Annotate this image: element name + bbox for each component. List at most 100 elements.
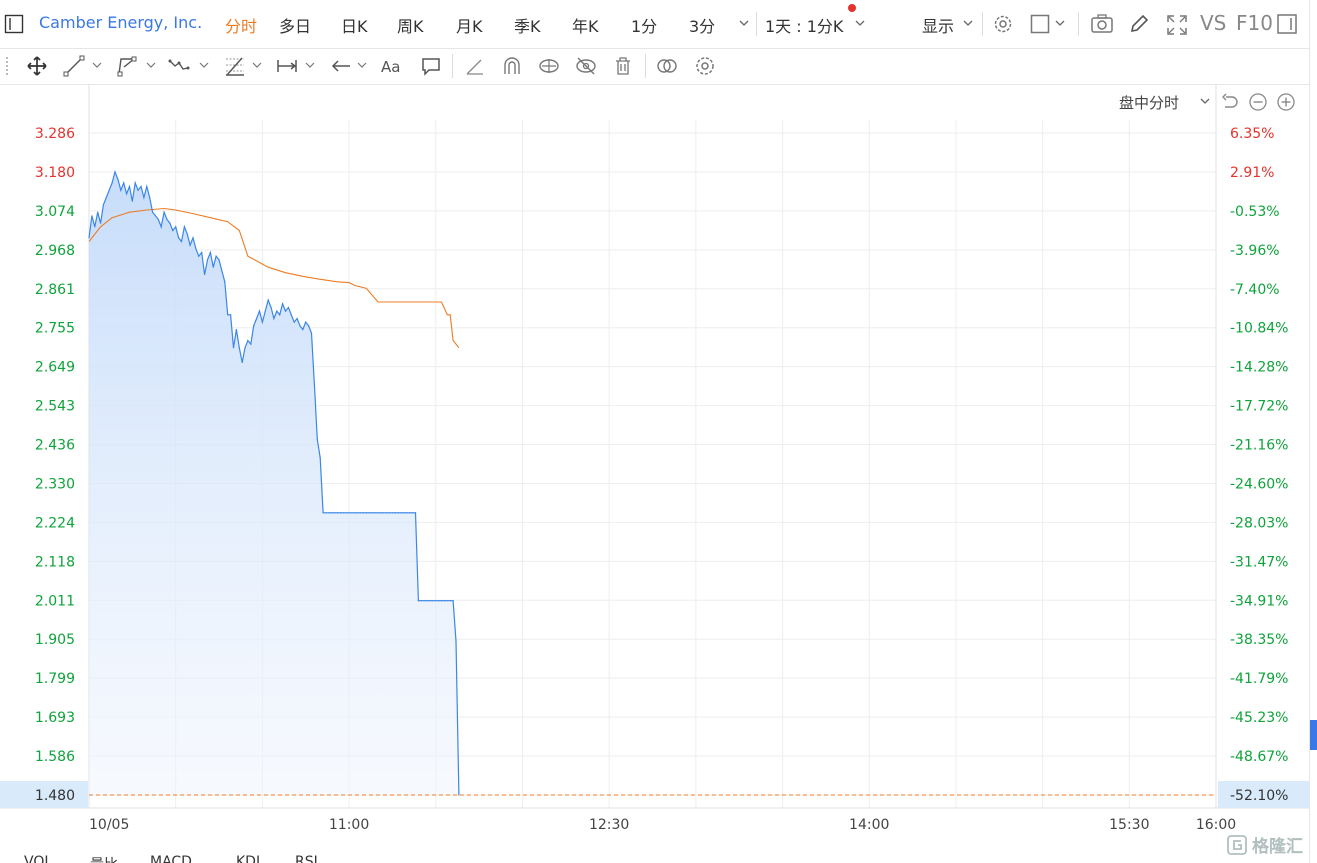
tab-volume-ratio[interactable]: 量比 <box>90 854 118 863</box>
price-point <box>232 347 235 349</box>
chevron-down-icon[interactable] <box>962 18 974 28</box>
price-point <box>94 226 96 228</box>
ruler-icon[interactable] <box>464 55 486 77</box>
fullscreen-icon[interactable] <box>1165 13 1189 37</box>
trendline-icon[interactable] <box>63 55 85 77</box>
reset-zoom-icon[interactable] <box>1220 92 1240 112</box>
pct-tick-label: -14.28% <box>1230 360 1288 376</box>
gear-icon[interactable] <box>992 13 1014 35</box>
price-point <box>172 229 174 232</box>
price-point <box>342 512 344 514</box>
price-point <box>443 600 446 602</box>
company-name[interactable]: Camber Energy, Inc. <box>39 13 202 32</box>
zoom-out-icon[interactable] <box>1248 92 1268 112</box>
compare-vs-button[interactable]: VS <box>1200 11 1226 35</box>
y-tick-label: 2.118 <box>35 554 75 570</box>
y-tick-label: 2.968 <box>35 243 75 259</box>
toolbar-settings-gear-icon[interactable] <box>694 55 716 77</box>
price-point <box>420 600 422 602</box>
price-point <box>114 171 116 173</box>
wave-tool-icon[interactable] <box>168 55 190 77</box>
compare-overlay-icon[interactable] <box>656 55 678 77</box>
magnet-icon[interactable] <box>501 55 523 77</box>
tab-period-3min[interactable]: 3分 <box>689 13 715 37</box>
sidebar-toggle-icon[interactable] <box>4 14 24 34</box>
price-point <box>264 310 266 312</box>
panel-toggle-icon[interactable] <box>1276 13 1298 35</box>
price-point <box>435 600 437 602</box>
chart-style-icon[interactable] <box>1030 14 1052 34</box>
price-point <box>175 226 177 228</box>
side-panel-tab[interactable] <box>1310 720 1317 750</box>
price-chart[interactable]: 3.286 3.180 3.074 2.968 2.861 2.755 2.649 2.543… <box>0 85 1309 863</box>
camera-icon[interactable] <box>1090 13 1114 35</box>
price-point <box>386 512 388 514</box>
tab-kdj[interactable]: KDJ <box>236 854 260 863</box>
price-point <box>440 600 443 602</box>
tab-period-quarterly[interactable]: 季K <box>514 13 541 37</box>
price-point <box>238 347 240 349</box>
price-point <box>189 244 191 246</box>
price-point <box>429 600 431 602</box>
price-point <box>140 185 142 188</box>
price-point <box>267 299 269 301</box>
text-tool-icon[interactable]: Aa <box>380 55 402 77</box>
tab-period-1min[interactable]: 1分 <box>631 13 657 37</box>
price-point <box>180 240 183 243</box>
move-crosshair-icon[interactable] <box>26 55 48 77</box>
pct-tick-label: -10.84% <box>1230 321 1288 337</box>
price-point <box>279 314 281 316</box>
tab-macd[interactable]: MACD <box>150 854 192 863</box>
chevron-down-icon[interactable] <box>854 18 866 28</box>
chevron-down-icon[interactable] <box>92 60 102 70</box>
arrow-left-icon[interactable] <box>330 55 352 77</box>
more-periods-chevron-icon[interactable] <box>738 18 750 28</box>
interval-selector[interactable]: 1天 : 1分K <box>765 13 843 37</box>
x-tick-label: 12:30 <box>589 817 629 833</box>
price-point <box>108 189 110 191</box>
lock-drawings-icon[interactable] <box>538 55 560 77</box>
pct-tick-label: -24.60% <box>1230 476 1288 492</box>
pct-tick-label: -34.91% <box>1230 593 1288 609</box>
measure-range-icon[interactable] <box>276 55 298 77</box>
comment-icon[interactable] <box>420 55 442 77</box>
tab-period-weekly[interactable]: 周K <box>397 13 424 37</box>
display-menu[interactable]: 显示 <box>922 13 954 37</box>
chevron-down-icon[interactable] <box>1199 96 1211 106</box>
price-point <box>334 512 336 514</box>
price-point <box>449 600 451 602</box>
tab-period-monthly[interactable]: 月K <box>456 13 483 37</box>
chevron-down-icon[interactable] <box>305 60 315 70</box>
tab-rsi[interactable]: RSI <box>295 854 318 863</box>
chevron-down-icon[interactable] <box>357 60 367 70</box>
tab-period-daily[interactable]: 日K <box>341 13 368 37</box>
price-point <box>102 204 105 206</box>
tab-period-intraday[interactable]: 分时 <box>225 13 257 37</box>
f10-button[interactable]: F10 <box>1236 11 1273 35</box>
intraday-mode-selector[interactable]: 盘中分时 <box>1119 92 1179 113</box>
tab-vol[interactable]: VOL <box>24 854 52 863</box>
pencil-icon[interactable] <box>1128 13 1150 35</box>
price-point <box>128 185 131 188</box>
fibonacci-tool-icon[interactable] <box>224 55 246 77</box>
pct-tick-label: -52.10% <box>1230 788 1288 804</box>
chevron-down-icon[interactable] <box>146 60 156 70</box>
x-tick-label: 15:30 <box>1109 817 1149 833</box>
price-point <box>365 512 368 514</box>
divider <box>1078 12 1079 36</box>
price-point <box>111 182 113 184</box>
price-point <box>322 512 324 514</box>
chevron-down-icon[interactable] <box>252 60 262 70</box>
tab-period-yearly[interactable]: 年K <box>572 13 599 37</box>
polyline-tool-icon[interactable] <box>116 55 138 77</box>
toolbar-grip[interactable] <box>6 57 11 75</box>
pct-tick-label: -31.47% <box>1230 554 1288 570</box>
chevron-down-icon[interactable] <box>199 60 209 70</box>
zoom-in-icon[interactable] <box>1276 92 1296 112</box>
trash-icon[interactable] <box>612 55 634 77</box>
hide-drawings-icon[interactable] <box>575 55 597 77</box>
price-point <box>273 317 275 320</box>
price-point <box>426 600 428 602</box>
tab-period-multiday[interactable]: 多日 <box>279 13 311 37</box>
chevron-down-icon[interactable] <box>1054 18 1066 28</box>
